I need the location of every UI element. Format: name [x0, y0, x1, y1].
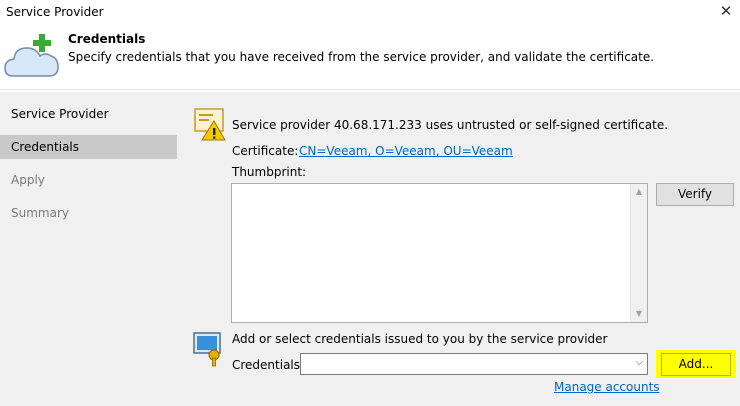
certificate-link[interactable]: CN=Veeam, O=Veeam, OU=Veeam	[299, 144, 513, 158]
step-apply: Apply	[11, 173, 45, 187]
step-service-provider[interactable]: Service Provider	[0, 102, 177, 126]
step-summary: Summary	[11, 206, 69, 220]
certificate-warning-icon	[194, 108, 226, 141]
wizard-header: Credentials Specify credentials that you…	[0, 26, 740, 90]
window-title: Service Provider	[6, 5, 104, 19]
close-button[interactable]: ✕	[712, 0, 740, 24]
scroll-down-icon[interactable]: ▼	[631, 306, 647, 322]
chevron-down-icon[interactable]: ⌵	[635, 357, 643, 368]
thumbprint-label: Thumbprint:	[232, 165, 307, 179]
cloud-add-icon	[4, 34, 59, 77]
thumbprint-scrollbar[interactable]: ▲ ▼	[630, 184, 647, 322]
credentials-key-icon	[193, 332, 221, 367]
wizard-steps: Service Provider Credentials Apply Summa…	[0, 92, 177, 406]
credentials-dropdown[interactable]: ⌵	[300, 353, 648, 375]
credentials-info: Add or select credentials issued to you …	[232, 332, 608, 346]
page-description: Specify credentials that you have receiv…	[68, 50, 655, 64]
certificate-warning: Service provider 40.68.171.233 uses untr…	[232, 118, 669, 132]
step-credentials[interactable]: Credentials	[0, 135, 177, 159]
credentials-label: Credentials:	[232, 358, 305, 372]
title-bar: Service Provider ✕	[0, 0, 740, 26]
add-credentials-button[interactable]: Add...	[661, 353, 731, 376]
manage-accounts-link[interactable]: Manage accounts	[554, 380, 660, 394]
scroll-up-icon[interactable]: ▲	[631, 184, 647, 200]
certificate-label: Certificate:	[232, 144, 299, 158]
thumbprint-field[interactable]: ▲ ▼	[231, 183, 648, 323]
verify-button[interactable]: Verify	[656, 183, 734, 206]
page-title: Credentials	[68, 32, 146, 46]
